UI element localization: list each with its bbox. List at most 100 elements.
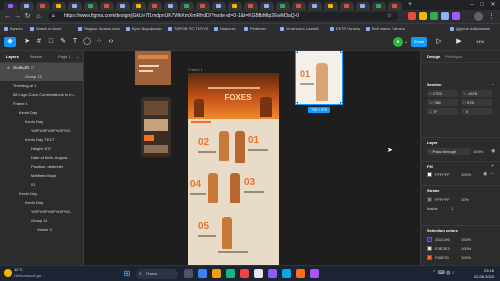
layer-row[interactable]: # Trending.ai 1: [0, 65, 83, 90]
mockup-screen[interactable]: [135, 51, 171, 85]
layer-opacity[interactable]: 100%: [473, 149, 483, 154]
share-button[interactable]: Share: [411, 37, 427, 47]
bookmark[interactable]: ЕКТП Читать: [330, 25, 360, 33]
file-explorer-icon[interactable]: [212, 269, 221, 278]
app-icon[interactable]: [268, 269, 277, 278]
browser-tab[interactable]: [244, 2, 258, 10]
layer-row[interactable]: # Frame 1: [0, 65, 83, 108]
extension-icon[interactable]: [452, 12, 460, 20]
bookmark[interactable]: Усталость Lassell: [280, 25, 318, 33]
browser-tab[interactable]: [164, 2, 178, 10]
layer-row[interactable]: ⊡ Kevin Day: [0, 65, 83, 126]
selection-color-hex[interactable]: F66F20: [435, 255, 449, 260]
browser-tab[interactable]: [116, 2, 130, 10]
layer-row[interactable]: ⊡ %3F%3F%3F%3F%3...: [0, 65, 83, 216]
stroke-width[interactable]: 1: [451, 206, 453, 211]
radius-field[interactable]: ⌜ 0: [461, 108, 492, 115]
actions-icon[interactable]: ⁘: [94, 37, 104, 47]
text-tool-icon[interactable]: T: [70, 37, 80, 47]
figma-icon[interactable]: [310, 269, 319, 278]
bookmark[interactable]: Купить: [4, 25, 23, 33]
stroke-hex[interactable]: FFFFFF: [435, 197, 450, 202]
browser-tab[interactable]: [324, 2, 338, 10]
dev-mode-icon[interactable]: ‹›: [106, 37, 116, 47]
browser-tab[interactable]: [180, 2, 194, 10]
mockup-phone[interactable]: [141, 97, 171, 157]
app-icon[interactable]: [282, 269, 291, 278]
extension-icon[interactable]: [430, 12, 438, 20]
browser-tab[interactable]: [196, 2, 210, 10]
zoom-dropdown[interactable]: 14%: [476, 37, 496, 47]
selection-color-swatch[interactable]: [427, 237, 432, 242]
url-input[interactable]: https://www.figma.com/design/jGkUv7f1mdp…: [48, 12, 398, 21]
height-field[interactable]: H 978: [461, 99, 492, 106]
shape-tool-icon[interactable]: □: [46, 37, 56, 47]
selection-color-opacity[interactable]: 100%: [461, 255, 471, 260]
weather-icon[interactable]: [4, 269, 12, 277]
lock-icon[interactable]: 🔒︎: [52, 14, 57, 19]
fill-hex[interactable]: FFFFFF: [435, 172, 450, 177]
layer-row[interactable]: ⊡ Kevin Day: [0, 65, 83, 198]
selection-color-swatch[interactable]: [427, 255, 432, 260]
browser-tab[interactable]: [36, 2, 50, 10]
browser-tab[interactable]: [148, 2, 162, 10]
resize-handle[interactable]: [340, 51, 343, 53]
page-selector[interactable]: Page 1: [58, 53, 71, 61]
design-canvas[interactable]: Frame 1 FOXES 02 01 04 03 05 01 739 × 97…: [84, 51, 420, 265]
browser-tab[interactable]: [132, 2, 146, 10]
eye-icon[interactable]: ◉: [483, 171, 489, 177]
stroke-swatch[interactable]: [427, 197, 432, 202]
frame-tool-icon[interactable]: #: [34, 37, 44, 47]
browser-tab[interactable]: [356, 2, 370, 10]
forward-icon[interactable]: →: [13, 12, 22, 21]
blend-mode-select[interactable]: ◐ Pass through: [427, 148, 471, 155]
browser-tab[interactable]: [260, 2, 274, 10]
figma-menu-icon[interactable]: ◆: [4, 37, 16, 47]
layer-row[interactable]: ⊡ Group 13: [0, 65, 83, 81]
extension-icon[interactable]: [441, 12, 449, 20]
browser-tab[interactable]: [340, 2, 354, 10]
browser-tab[interactable]: [100, 2, 114, 10]
tab-layers[interactable]: Layers: [6, 53, 19, 61]
layer-row[interactable]: ⊡ Height: 6'0": [0, 65, 83, 153]
bookmark[interactable]: Другие избранные: [450, 25, 490, 33]
bookmark[interactable]: ТАРОВ ПО ТИТУЛ: [168, 25, 208, 33]
browser-tab[interactable]: [372, 2, 386, 10]
browser-tab[interactable]: [292, 2, 306, 10]
layer-row[interactable]: ⊡ Group 11: [0, 65, 83, 225]
selected-section[interactable]: 01: [295, 51, 343, 105]
back-icon[interactable]: ←: [3, 12, 12, 21]
tab-design[interactable]: Design: [427, 54, 440, 59]
browser-tab[interactable]: [212, 2, 226, 10]
reload-icon[interactable]: ↻: [23, 12, 32, 21]
clock-date[interactable]: 22.06.2024: [466, 274, 494, 279]
home-icon[interactable]: ⌂: [34, 12, 43, 21]
chrome-icon[interactable]: [254, 269, 263, 278]
move-tool-icon[interactable]: ➤: [22, 37, 32, 47]
bookmark[interactable]: Яндекс Читать книг: [78, 25, 120, 33]
browser-tab[interactable]: [4, 2, 18, 10]
resize-handle[interactable]: [340, 102, 343, 105]
selection-color-opacity[interactable]: 100%: [461, 237, 471, 242]
tab-prototype[interactable]: Prototype: [445, 54, 462, 59]
browser-tab[interactable]: [308, 2, 322, 10]
present-icon[interactable]: ▷: [434, 37, 444, 47]
remove-icon[interactable]: –: [491, 171, 497, 177]
layer-row[interactable]: #58 Logo Color Combinations to In...: [0, 65, 83, 99]
start-icon[interactable]: ⊞: [122, 269, 132, 279]
poster-frame[interactable]: FOXES 02 01 04 03 05: [188, 73, 279, 265]
pen-tool-icon[interactable]: ✎: [58, 37, 68, 47]
chevron-down-icon[interactable]: ⌄: [401, 37, 411, 47]
clock-time[interactable]: 23:16: [472, 268, 494, 273]
app-icon[interactable]: [226, 269, 235, 278]
selection-color-hex[interactable]: E3E3E3: [435, 246, 450, 251]
layer-row[interactable]: ⊡ Matthew Boyd: [0, 65, 83, 180]
y-position-field[interactable]: Y -1676: [461, 90, 492, 97]
width-field[interactable]: W 788: [427, 99, 458, 106]
browser-tab[interactable]: [388, 2, 402, 10]
stroke-position[interactable]: Inside: [427, 206, 438, 211]
play-icon[interactable]: ▶: [454, 37, 464, 47]
bookmark[interactable]: Watch in store: [30, 25, 61, 33]
profile-avatar[interactable]: [474, 12, 483, 21]
layer-row[interactable]: ⊡ Vector 3: [0, 65, 83, 234]
